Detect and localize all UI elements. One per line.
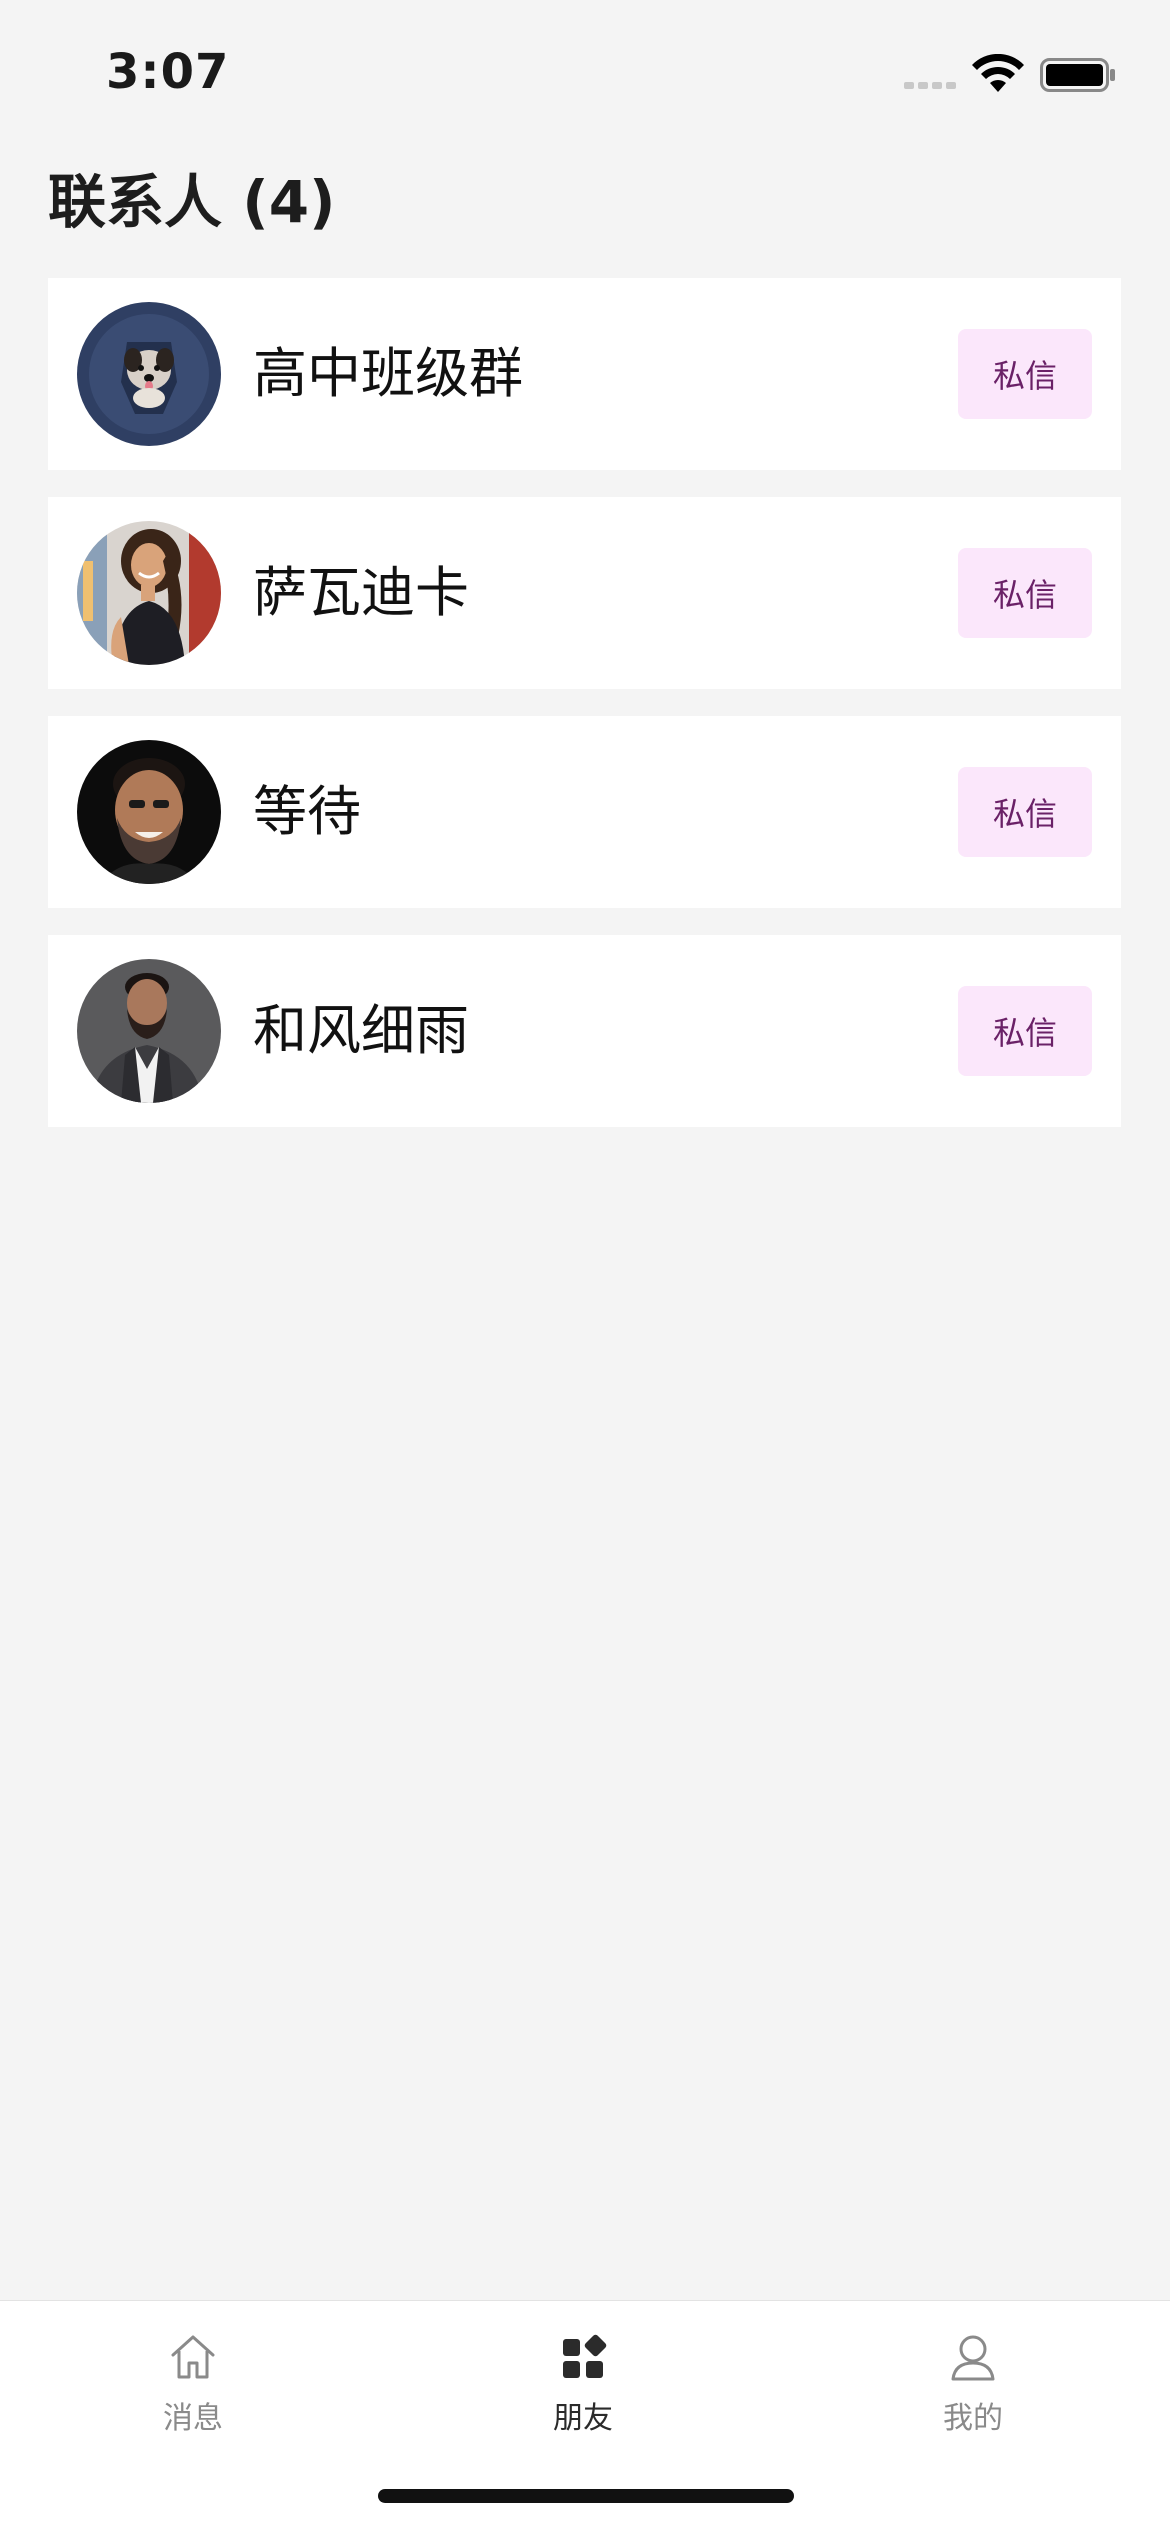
home-icon	[171, 2335, 215, 2379]
tab-messages[interactable]: 消息	[93, 2331, 293, 2451]
contact-name: 高中班级群	[253, 342, 523, 405]
battery-icon	[1040, 58, 1115, 92]
puppy-photo-icon	[77, 302, 221, 446]
contact-list: 高中班级群 私信 萨瓦迪卡 私信 等待 私信 和风细雨 私信	[48, 278, 1121, 1154]
tab-label: 我的	[943, 2401, 1003, 2436]
contact-name: 等待	[253, 780, 361, 843]
tab-label: 消息	[163, 2401, 223, 2436]
status-bar: 3:07	[0, 0, 1170, 140]
grid-icon	[563, 2334, 607, 2378]
contact-name: 萨瓦迪卡	[253, 561, 469, 624]
tab-mine[interactable]: 我的	[873, 2331, 1073, 2451]
contact-name: 和风细雨	[253, 999, 469, 1062]
wifi-icon	[972, 54, 1024, 92]
page-title: 联系人 (4)	[48, 168, 336, 236]
status-time: 3:07	[106, 44, 230, 100]
contact-row[interactable]: 高中班级群 私信	[48, 278, 1121, 470]
contact-row[interactable]: 和风细雨 私信	[48, 935, 1121, 1127]
man-in-suit-photo-icon	[77, 959, 221, 1103]
private-message-button[interactable]: 私信	[958, 329, 1092, 419]
woman-photo-icon	[77, 521, 221, 665]
private-message-button[interactable]: 私信	[958, 986, 1092, 1076]
home-indicator	[378, 2489, 794, 2503]
contact-row[interactable]: 萨瓦迪卡 私信	[48, 497, 1121, 689]
tab-friends[interactable]: 朋友	[483, 2331, 683, 2451]
private-message-button[interactable]: 私信	[958, 548, 1092, 638]
private-message-button[interactable]: 私信	[958, 767, 1092, 857]
avatar[interactable]	[77, 302, 221, 446]
user-icon	[951, 2335, 995, 2381]
smiling-man-photo-icon	[77, 740, 221, 884]
tab-label: 朋友	[553, 2401, 613, 2436]
cellular-signal-icon	[904, 82, 956, 89]
avatar[interactable]	[77, 959, 221, 1103]
avatar[interactable]	[77, 740, 221, 884]
avatar[interactable]	[77, 521, 221, 665]
contact-row[interactable]: 等待 私信	[48, 716, 1121, 908]
